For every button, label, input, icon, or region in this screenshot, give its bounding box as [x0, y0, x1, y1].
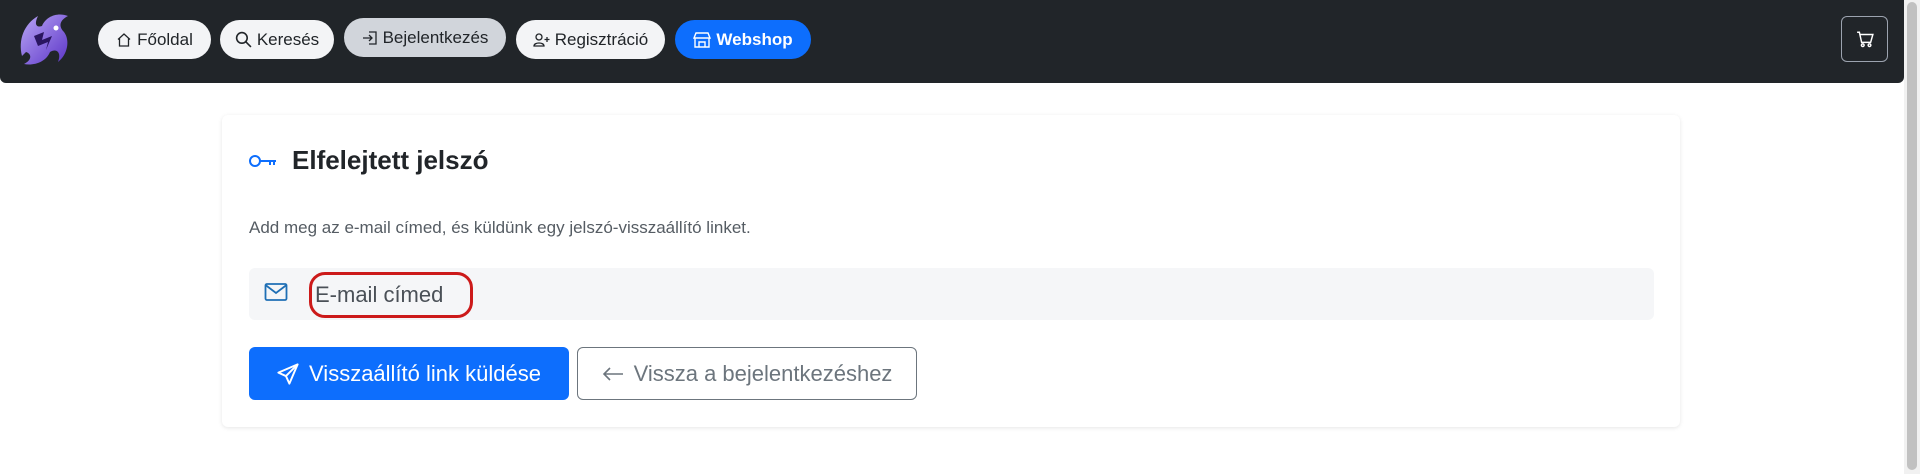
nav-register-label: Regisztráció [554, 29, 649, 49]
nav-home[interactable]: Főoldal [98, 20, 211, 59]
nav-webshop-label: Webshop [716, 29, 793, 49]
email-input-group [249, 268, 1654, 320]
cart-icon [1856, 31, 1874, 48]
envelope-icon [264, 283, 288, 301]
nav-login-label: Bejelentkezés [382, 27, 489, 47]
page-title: Elfelejtett jelszó [292, 145, 489, 175]
key-icon [249, 154, 276, 167]
card-description: Add meg az e-mail címed, és küldünk egy … [249, 218, 751, 237]
send-reset-link-button[interactable]: Visszaállító link küldése [249, 347, 569, 400]
person-plus-icon [533, 32, 550, 47]
site-logo[interactable] [12, 6, 78, 72]
scrollbar-thumb[interactable] [1907, 2, 1917, 470]
nav-webshop[interactable]: Webshop [675, 20, 811, 59]
nav-search[interactable]: Keresés [220, 20, 334, 59]
nav-register[interactable]: Regisztráció [516, 20, 665, 59]
forgot-password-card: Elfelejtett jelszó Add meg az e-mail cím… [222, 115, 1680, 427]
send-icon [277, 362, 299, 385]
login-icon [362, 30, 377, 45]
top-navbar: Főoldal Keresés Bejelentkezés Regisztrác… [0, 0, 1904, 83]
search-icon [235, 31, 252, 48]
house-icon [117, 32, 131, 47]
nav-login[interactable]: Bejelentkezés [344, 18, 506, 57]
shop-icon [693, 31, 712, 48]
page-scrollbar[interactable] [1904, 0, 1920, 474]
nav-search-label: Keresés [256, 29, 320, 49]
back-to-login-label: Vissza a bejelentkezéshez [633, 360, 893, 386]
email-field[interactable] [315, 276, 815, 314]
arrow-left-icon [602, 366, 623, 381]
card-header: Elfelejtett jelszó [248, 145, 489, 176]
nav-home-label: Főoldal [137, 29, 193, 49]
send-reset-link-label: Visszaállító link küldése [309, 360, 541, 386]
back-to-login-button[interactable]: Vissza a bejelentkezéshez [577, 347, 917, 400]
cart-button[interactable] [1841, 16, 1888, 62]
